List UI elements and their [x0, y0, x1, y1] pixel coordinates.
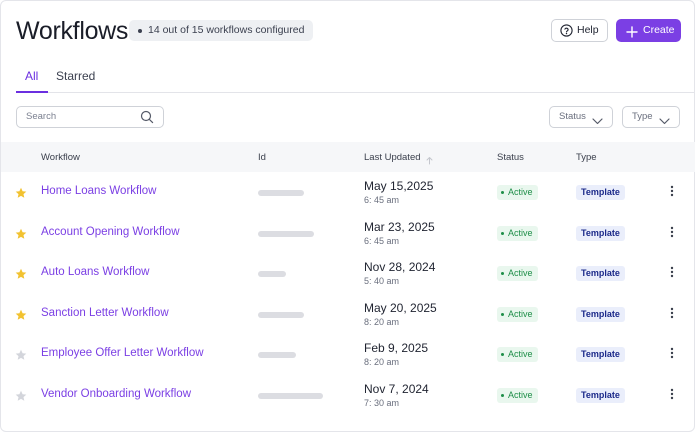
search-placeholder: Search [26, 111, 57, 122]
workflow-name-link[interactable]: Home Loans Workflow [41, 185, 156, 197]
last-updated-time: 8: 20 am [364, 357, 400, 367]
more-vertical-icon[interactable] [670, 265, 674, 283]
workflow-name-link[interactable]: Vendor Onboarding Workflow [41, 388, 191, 400]
status-text: Active [508, 308, 533, 319]
status-badge: Active [497, 185, 538, 200]
type-badge: Template [576, 225, 625, 241]
status-filter-label: Status [559, 111, 586, 122]
create-button[interactable]: Create [616, 19, 681, 42]
page-header: Workflows 14 out of 15 workflows configu… [16, 17, 681, 47]
type-badge: Template [576, 306, 625, 322]
active-tab-indicator [16, 91, 48, 93]
last-updated-date: May 15,2025 [364, 179, 434, 193]
id-placeholder-bar [258, 190, 304, 196]
status-dot [501, 272, 504, 275]
status-badge: Active [497, 266, 538, 281]
page-title: Workflows [16, 17, 129, 45]
table-row[interactable]: Employee Offer Letter Workflow Feb 9, 202… [1, 334, 695, 374]
star-icon[interactable] [15, 267, 27, 285]
tab-starred[interactable]: Starred [56, 69, 95, 83]
search-icon [140, 110, 154, 132]
table-row[interactable]: Home Loans Workflow May 15,2025 6: 45 am Ac… [1, 172, 695, 212]
column-header-type[interactable]: Type [576, 152, 597, 163]
column-header-workflow[interactable]: Workflow [41, 152, 80, 163]
status-dot [501, 191, 504, 194]
last-updated-time: 8: 20 am [364, 316, 400, 327]
arrow-up-icon[interactable] [426, 152, 433, 170]
column-header-status[interactable]: Status [497, 152, 524, 163]
more-vertical-icon[interactable] [670, 184, 674, 202]
table-row[interactable]: Account Opening Workflow Mar 23, 2025 6: 4… [1, 213, 695, 253]
status-text: Active [508, 349, 533, 359]
workflow-name-link[interactable]: Sanction Letter Workflow [41, 307, 169, 319]
last-updated-date: Mar 23, 2025 [364, 219, 435, 234]
tab-all[interactable]: All [25, 69, 38, 83]
status-dot [501, 231, 504, 235]
column-header-id[interactable]: Id [258, 152, 266, 163]
plus-icon [626, 24, 638, 47]
star-icon[interactable] [15, 348, 27, 366]
star-icon[interactable] [15, 308, 27, 326]
status-dot [501, 353, 504, 356]
id-placeholder-bar [258, 271, 286, 277]
status-badge: Active [497, 347, 538, 362]
chevron-down-icon [592, 113, 603, 133]
type-filter-dropdown[interactable]: Type [622, 106, 680, 128]
last-updated-time: 5: 40 am [364, 276, 400, 286]
type-badge: Template [576, 185, 625, 200]
last-updated-date: Feb 9, 2025 [364, 341, 429, 355]
config-status-badge: 14 out of 15 workflows configured [129, 20, 314, 41]
last-updated-time: 6: 45 am [364, 235, 400, 246]
search-input[interactable]: Search [16, 106, 164, 128]
last-updated-date: May 20, 2025 [364, 300, 437, 315]
workflows-panel: Workflows 14 out of 15 workflows configu… [0, 0, 695, 432]
tab-bar: All Starred [16, 61, 694, 93]
last-updated-time: 6: 45 am [364, 195, 400, 205]
help-circle-icon [560, 24, 573, 45]
workflow-name-link[interactable]: Auto Loans Workflow [41, 266, 149, 278]
more-vertical-icon[interactable] [670, 306, 674, 324]
badge-text: 14 out of 15 workflows configured [148, 24, 305, 36]
table-row[interactable]: Sanction Letter Workflow May 20, 2025 8: 2… [1, 294, 695, 334]
more-vertical-icon[interactable] [670, 387, 674, 405]
id-placeholder-bar [258, 392, 323, 399]
help-button[interactable]: Help [551, 19, 608, 42]
status-dot [501, 393, 504, 397]
workflow-name-link[interactable]: Account Opening Workflow [41, 226, 180, 238]
create-label: Create [643, 24, 675, 36]
type-badge: Template [576, 266, 625, 281]
star-icon[interactable] [15, 389, 27, 407]
status-badge: Active [497, 225, 538, 241]
workflow-name-link[interactable]: Employee Offer Letter Workflow [41, 347, 204, 359]
status-badge: Active [497, 306, 538, 322]
last-updated-time: 7: 30 am [364, 397, 400, 408]
type-filter-label: Type [632, 111, 653, 122]
status-text: Active [508, 268, 533, 278]
last-updated-date: Nov 7, 2024 [364, 381, 429, 396]
star-icon[interactable] [15, 186, 27, 204]
id-placeholder-bar [258, 311, 304, 318]
status-text: Active [508, 187, 533, 197]
table-header: Workflow Id Last Updated Status Type [1, 142, 695, 172]
more-vertical-icon[interactable] [670, 225, 674, 243]
id-placeholder-bar [258, 230, 314, 237]
table-row[interactable]: Auto Loans Workflow Nov 28, 2024 5: 40 am A… [1, 253, 695, 293]
status-text: Active [508, 227, 533, 238]
type-badge: Template [576, 387, 625, 403]
chevron-down-icon [659, 113, 670, 133]
star-icon[interactable] [15, 227, 27, 245]
status-text: Active [508, 389, 533, 400]
last-updated-date: Nov 28, 2024 [364, 260, 436, 274]
more-vertical-icon[interactable] [670, 346, 674, 364]
table-row[interactable]: Vendor Onboarding Workflow Nov 7, 2024 7: … [1, 375, 695, 415]
help-label: Help [577, 24, 599, 36]
type-badge: Template [576, 347, 625, 362]
status-filter-dropdown[interactable]: Status [549, 106, 613, 128]
status-dot [501, 312, 504, 316]
badge-dot [138, 29, 142, 33]
id-placeholder-bar [258, 352, 296, 358]
column-header-last-updated[interactable]: Last Updated [364, 152, 421, 163]
status-badge: Active [497, 387, 538, 403]
